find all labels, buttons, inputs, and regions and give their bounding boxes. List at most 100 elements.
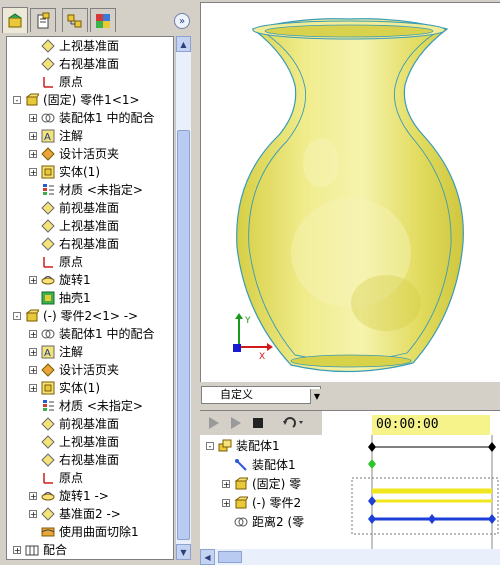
- material-icon: [41, 183, 55, 197]
- tree-item[interactable]: + 装配体1 中的配合: [7, 109, 173, 127]
- solid-body-icon: [41, 165, 55, 179]
- shell-icon: [41, 291, 55, 305]
- scroll-up-button[interactable]: ▲: [176, 36, 191, 52]
- expand-icon[interactable]: +: [29, 348, 37, 357]
- vase-model[interactable]: Y X: [201, 3, 499, 381]
- tree-item[interactable]: 右视基准面: [7, 235, 173, 253]
- tree-item[interactable]: 材质 <未指定>: [7, 397, 173, 415]
- tree-item[interactable]: + 旋转1 ->: [7, 487, 173, 505]
- property-manager-tab[interactable]: [30, 8, 56, 32]
- feature-tree: 上视基准面 右视基准面 原点 - (固定) 零件1<1> + 装配体1 中的配合 + A 注解 + 设…: [6, 36, 174, 560]
- expand-icon[interactable]: +: [29, 492, 37, 501]
- tree-item[interactable]: + 设计活页夹: [7, 361, 173, 379]
- expand-icon[interactable]: +: [13, 546, 21, 555]
- tree-item[interactable]: 右视基准面: [7, 451, 173, 469]
- svg-text:Y: Y: [244, 316, 251, 326]
- tree-item[interactable]: + 基准面2 ->: [7, 505, 173, 523]
- tree-item[interactable]: + 旋转1: [7, 271, 173, 289]
- tree-item[interactable]: 使用曲面切除1: [7, 523, 173, 541]
- tree-item[interactable]: + 装配体1 中的配合: [7, 325, 173, 343]
- tree-item-label: 抽壳1: [59, 291, 91, 305]
- tree-item-label: 基准面2 ->: [59, 507, 121, 521]
- tree-item-label: 旋转1: [59, 273, 91, 287]
- scroll-thumb[interactable]: [177, 130, 190, 540]
- selection-box: [351, 477, 499, 535]
- scroll-down-button[interactable]: ▼: [176, 544, 191, 560]
- tree-item[interactable]: + A 注解: [7, 343, 173, 361]
- svg-text:A: A: [44, 132, 51, 143]
- tree-item[interactable]: - (-) 零件2<1> ->: [7, 307, 173, 325]
- key-point[interactable]: [368, 459, 376, 469]
- key-point[interactable]: [368, 496, 376, 506]
- expand-panel-button[interactable]: »: [174, 13, 190, 29]
- motion-study-panel: - 装配体1 装配体1 + (固定) 零 + (-) 零件2 距离2 (零 00:00:00 …: [200, 410, 500, 565]
- expand-icon[interactable]: +: [29, 168, 37, 177]
- display-manager-icon: [96, 13, 110, 28]
- tree-item[interactable]: + 实体(1): [7, 163, 173, 181]
- tree-item[interactable]: 前视基准面: [7, 199, 173, 217]
- collapse-icon[interactable]: -: [13, 96, 21, 105]
- tree-item-label: 前视基准面: [59, 417, 120, 431]
- tree-item-label: 使用曲面切除1: [59, 525, 139, 539]
- double-chevron-right-icon: »: [178, 15, 186, 27]
- key-point[interactable]: [368, 442, 376, 452]
- tree-item-label: (固定) 零件1<1>: [43, 93, 140, 107]
- tree-item[interactable]: 上视基准面: [7, 433, 173, 451]
- expand-icon[interactable]: +: [29, 366, 37, 375]
- expand-icon[interactable]: +: [29, 384, 37, 393]
- tree-item[interactable]: 上视基准面: [7, 217, 173, 235]
- expand-icon[interactable]: +: [29, 510, 37, 519]
- tree-item[interactable]: + 设计活页夹: [7, 145, 173, 163]
- tree-item[interactable]: - (固定) 零件1<1>: [7, 91, 173, 109]
- tree-item[interactable]: 上视基准面: [7, 37, 173, 55]
- plane-icon: [41, 39, 55, 53]
- tree-item-label: 注解: [59, 345, 84, 359]
- scroll-left-button[interactable]: ◀: [200, 549, 215, 565]
- expand-icon[interactable]: +: [29, 114, 37, 123]
- plane-icon: [41, 435, 55, 449]
- motion-horizontal-scrollbar[interactable]: ◀: [200, 549, 500, 565]
- tree-item[interactable]: + 实体(1): [7, 379, 173, 397]
- tree-item-label: 设计活页夹: [59, 363, 120, 377]
- collapse-icon[interactable]: -: [13, 312, 21, 321]
- tree-item-label: 设计活页夹: [59, 147, 120, 161]
- tree-item[interactable]: 抽壳1: [7, 289, 173, 307]
- expand-icon[interactable]: +: [29, 330, 37, 339]
- view-orientation-tab[interactable]: 自定义 ▼: [201, 386, 323, 404]
- tree-item-label: 上视基准面: [59, 435, 120, 449]
- expand-icon[interactable]: +: [29, 132, 37, 141]
- tree-item[interactable]: 前视基准面: [7, 415, 173, 433]
- tree-item[interactable]: 材质 <未指定>: [7, 181, 173, 199]
- revolve-icon: [41, 489, 55, 503]
- key-point[interactable]: [368, 514, 376, 524]
- tree-item[interactable]: 原点: [7, 253, 173, 271]
- tree-item-label: 右视基准面: [59, 237, 120, 251]
- configuration-icon: [67, 14, 82, 27]
- plane-icon: [41, 201, 55, 215]
- configuration-manager-tab[interactable]: [62, 8, 88, 32]
- arrow-down-icon: ▼: [180, 547, 187, 557]
- tree-item-label: 上视基准面: [59, 39, 120, 53]
- origin-icon: [41, 255, 55, 269]
- view-dropdown-button[interactable]: ▼: [310, 389, 323, 404]
- tree-vertical-scrollbar[interactable]: ▲ ▼: [175, 36, 191, 560]
- key-point[interactable]: [428, 514, 436, 524]
- feature-manager-tab[interactable]: [2, 7, 28, 33]
- timeline[interactable]: [200, 411, 500, 565]
- tree-item[interactable]: + A 注解: [7, 127, 173, 145]
- tree-item-label: 前视基准面: [59, 201, 120, 215]
- plane-icon: [41, 507, 55, 521]
- graphics-area[interactable]: Y X: [200, 2, 500, 382]
- mate-icon: [41, 111, 55, 125]
- expand-icon[interactable]: +: [29, 276, 37, 285]
- key-point[interactable]: [488, 442, 496, 452]
- key-point[interactable]: [488, 514, 496, 524]
- tree-item[interactable]: 右视基准面: [7, 55, 173, 73]
- tree-item[interactable]: 原点: [7, 73, 173, 91]
- expand-icon[interactable]: +: [29, 150, 37, 159]
- tree-item[interactable]: + 配合: [7, 541, 173, 559]
- display-manager-tab[interactable]: [90, 8, 116, 32]
- tree-item[interactable]: 原点: [7, 469, 173, 487]
- binder-icon: [41, 147, 55, 161]
- h-scroll-thumb[interactable]: [218, 551, 242, 563]
